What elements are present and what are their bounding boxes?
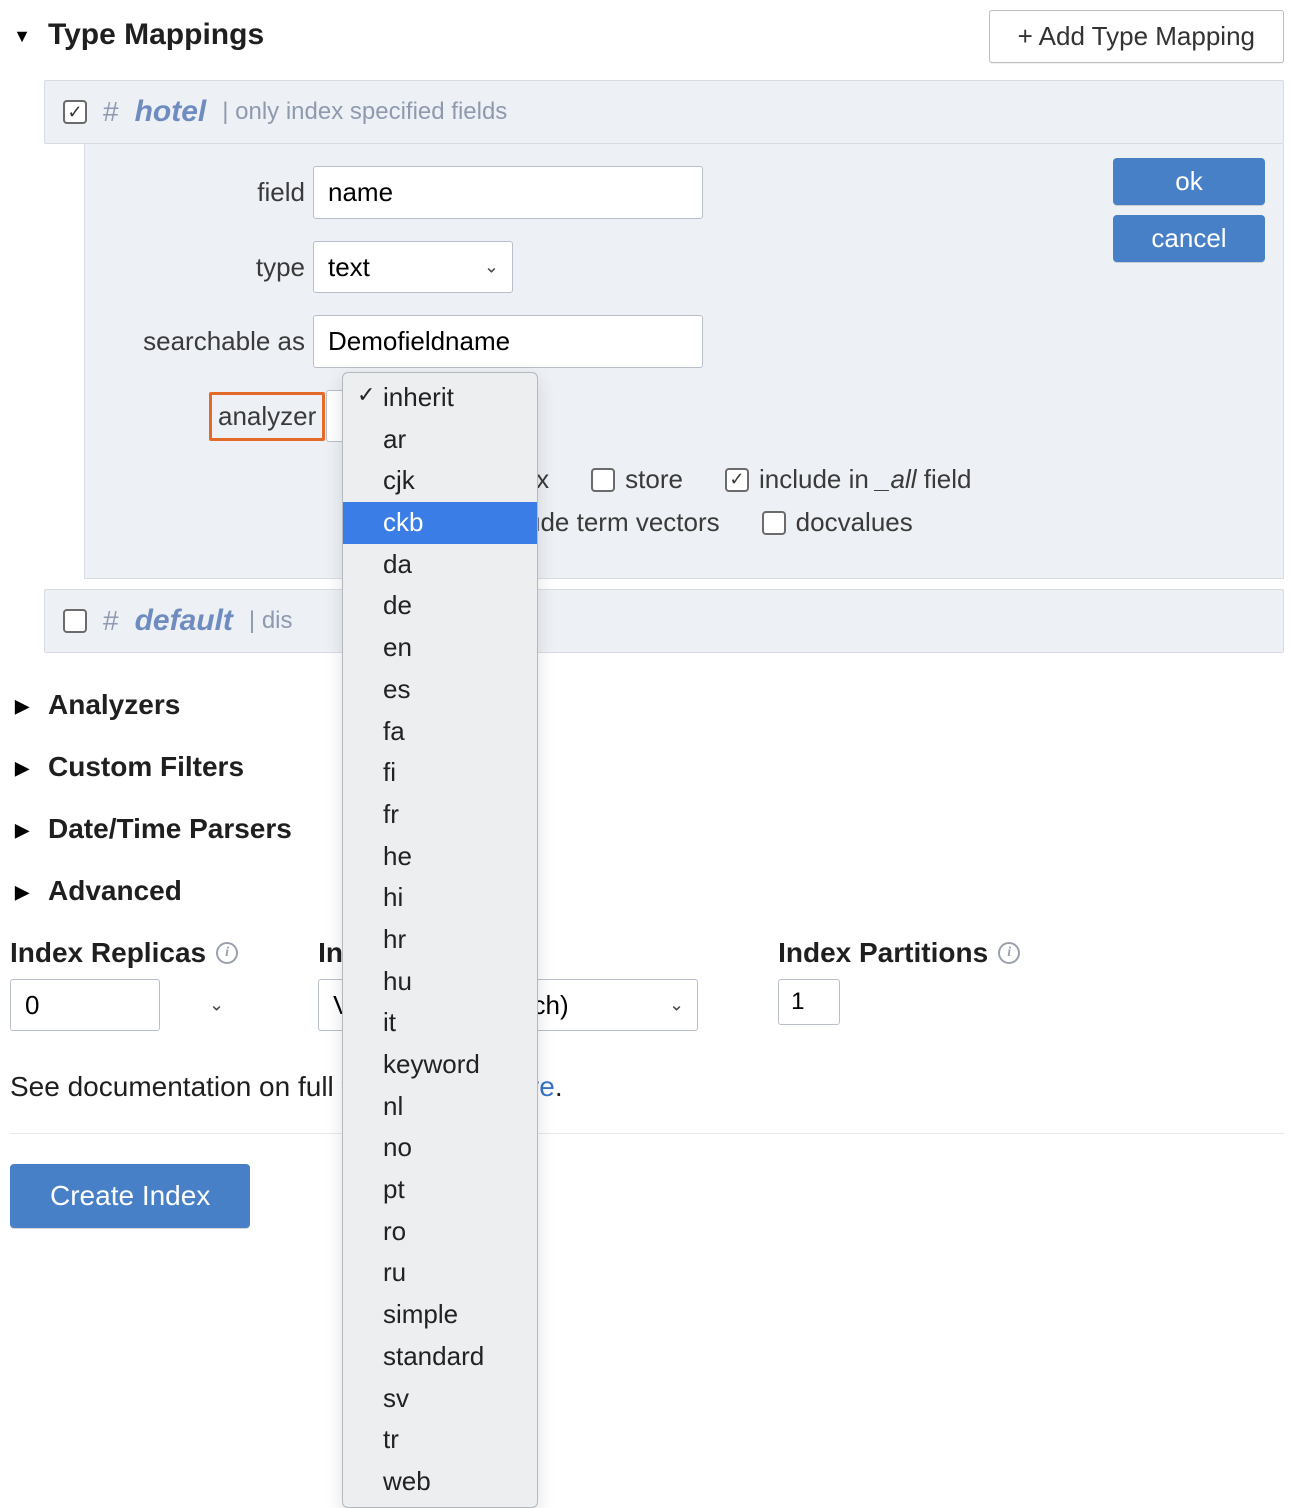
field-editor-panel: ok cancel field type text ⌄ searchable a… <box>84 144 1284 579</box>
mapping-row-hotel[interactable]: # hotel | only index specified fields <box>44 80 1284 144</box>
analyzer-option-nl[interactable]: nl <box>343 1086 537 1128</box>
caret-right-icon <box>10 692 34 718</box>
mapping-default-name: default <box>135 604 233 638</box>
analyzer-option-da[interactable]: da <box>343 544 537 586</box>
analyzer-option-ro[interactable]: ro <box>343 1211 537 1253</box>
analyzer-option-web[interactable]: web <box>343 1461 537 1503</box>
analyzer-option-simple[interactable]: simple <box>343 1294 537 1336</box>
ok-button[interactable]: ok <box>1113 158 1265 205</box>
info-icon[interactable]: i <box>216 942 238 964</box>
analyzer-option-fr[interactable]: fr <box>343 794 537 836</box>
analyzer-option-standard[interactable]: standard <box>343 1336 537 1378</box>
analyzer-option-no[interactable]: no <box>343 1127 537 1169</box>
mapping-hotel-name: hotel <box>135 95 207 129</box>
analyzer-option-es[interactable]: es <box>343 669 537 711</box>
datetime-parsers-title: Date/Time Parsers <box>48 813 292 845</box>
searchable-as-label: searchable as <box>113 326 313 357</box>
include-in-all-label: include in _all field <box>759 464 971 495</box>
analyzers-title: Analyzers <box>48 689 180 721</box>
type-mappings-header[interactable]: Type Mappings <box>10 18 264 52</box>
docvalues-label: docvalues <box>796 507 913 538</box>
add-type-mapping-button[interactable]: + Add Type Mapping <box>989 10 1284 63</box>
field-name-input[interactable] <box>313 166 703 219</box>
analyzer-option-ar[interactable]: ar <box>343 419 537 461</box>
advanced-title: Advanced <box>48 875 182 907</box>
analyzer-option-hi[interactable]: hi <box>343 877 537 919</box>
analyzer-option-pt[interactable]: pt <box>343 1169 537 1211</box>
analyzer-option-fi[interactable]: fi <box>343 752 537 794</box>
store-option-label: store <box>625 464 683 495</box>
analyzer-option-de[interactable]: de <box>343 585 537 627</box>
analyzer-option-ru[interactable]: ru <box>343 1252 537 1294</box>
hash-icon: # <box>103 96 119 128</box>
divider <box>10 1133 1284 1134</box>
custom-filters-title: Custom Filters <box>48 751 244 783</box>
store-checkbox[interactable] <box>591 468 615 492</box>
type-mappings-title: Type Mappings <box>48 18 264 52</box>
mapping-default-note: | dis <box>249 607 293 635</box>
include-in-all-checkbox[interactable] <box>725 468 749 492</box>
chevron-down-icon: ⌄ <box>209 995 224 1016</box>
info-icon[interactable]: i <box>998 942 1020 964</box>
docvalues-checkbox[interactable] <box>762 511 786 535</box>
analyzers-section[interactable]: Analyzers <box>10 689 1284 721</box>
mapping-default-checkbox[interactable] <box>63 609 87 633</box>
analyzer-option-sv[interactable]: sv <box>343 1378 537 1420</box>
analyzer-option-ckb[interactable]: ckb <box>343 502 537 544</box>
analyzer-label: analyzer <box>209 392 325 441</box>
index-partitions-input[interactable] <box>778 979 840 1025</box>
cancel-button[interactable]: cancel <box>1113 215 1265 262</box>
mapping-hotel-checkbox[interactable] <box>63 100 87 124</box>
analyzer-option-tr[interactable]: tr <box>343 1419 537 1461</box>
analyzer-option-cjk[interactable]: cjk <box>343 460 537 502</box>
analyzer-dropdown[interactable]: inheritarcjkckbdadeenesfafifrhehihrhuitk… <box>342 372 538 1508</box>
caret-right-icon <box>10 816 34 842</box>
analyzer-option-he[interactable]: he <box>343 836 537 878</box>
analyzer-option-en[interactable]: en <box>343 627 537 669</box>
analyzer-option-hu[interactable]: hu <box>343 961 537 1003</box>
hash-icon: # <box>103 605 119 637</box>
custom-filters-section[interactable]: Custom Filters <box>10 751 1284 783</box>
analyzer-option-inherit[interactable]: inherit <box>343 377 537 419</box>
caret-right-icon <box>10 878 34 904</box>
mapping-row-default[interactable]: # default | dis <box>44 589 1284 653</box>
type-select[interactable]: text <box>313 241 513 293</box>
caret-down-icon <box>10 22 34 48</box>
advanced-section[interactable]: Advanced <box>10 875 1284 907</box>
index-replicas-label: Index Replicas <box>10 937 206 969</box>
create-index-button[interactable]: Create Index <box>10 1164 250 1228</box>
searchable-as-input[interactable] <box>313 315 703 368</box>
analyzer-option-keyword[interactable]: keyword <box>343 1044 537 1086</box>
datetime-parsers-section[interactable]: Date/Time Parsers <box>10 813 1284 845</box>
caret-right-icon <box>10 754 34 780</box>
mapping-hotel-note: | only index specified fields <box>222 98 507 126</box>
documentation-line: See documentation on full text indexes h… <box>10 1071 1284 1103</box>
type-label: type <box>113 252 313 283</box>
index-partitions-label: Index Partitions <box>778 937 988 969</box>
analyzer-option-fa[interactable]: fa <box>343 711 537 753</box>
analyzer-option-hr[interactable]: hr <box>343 919 537 961</box>
index-replicas-select[interactable]: 0 <box>10 979 160 1031</box>
field-label: field <box>113 177 313 208</box>
analyzer-option-it[interactable]: it <box>343 1002 537 1044</box>
